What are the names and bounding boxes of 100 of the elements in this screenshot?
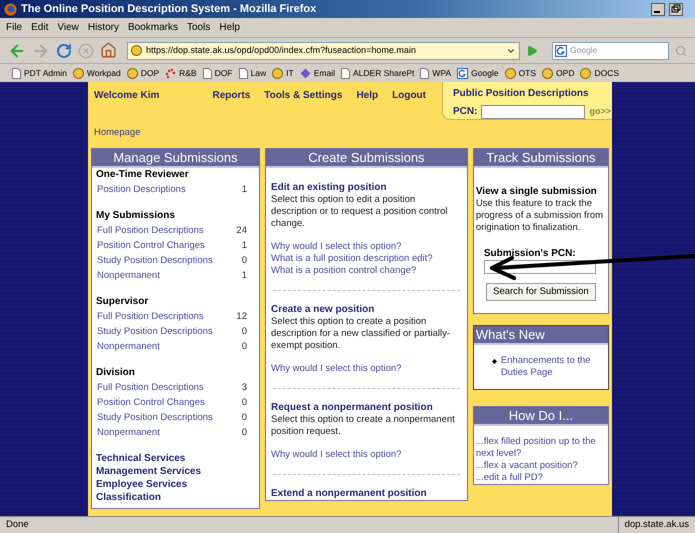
submission-link[interactable]: Position Descriptions <box>97 182 242 198</box>
bookmark-item[interactable]: IT <box>272 66 294 80</box>
help-link[interactable]: Why would I select this option? <box>271 449 402 462</box>
pcn-field[interactable] <box>481 104 586 118</box>
how-to-link[interactable]: ...edit a full PD? <box>476 472 606 484</box>
dots-icon <box>165 68 176 78</box>
news-link[interactable]: Enhancements to the Duties Page <box>500 355 604 380</box>
go-icon[interactable] <box>526 44 538 56</box>
help-link[interactable]: What is a full position description edit? <box>271 253 433 266</box>
bookmark-item[interactable]: Email <box>300 66 335 80</box>
track-heading: View a single submission <box>476 186 598 198</box>
bookmark-item[interactable]: OTS <box>504 66 536 80</box>
option-heading[interactable]: Extend a nonpermanent position <box>271 488 427 500</box>
submission-link[interactable]: Full Position Descriptions <box>97 309 236 324</box>
submission-count: 24 <box>236 224 247 238</box>
menu-item[interactable]: View <box>57 20 79 35</box>
option-description: Select this option to edit a position description or to request a position control change. <box>271 194 448 230</box>
submission-link[interactable]: Position Control Changes <box>97 238 242 254</box>
reload-icon[interactable] <box>56 42 72 58</box>
menu-item[interactable]: Tools <box>187 20 210 35</box>
public-pd-title: Public Position Descriptions <box>453 87 590 101</box>
bookmark-item[interactable]: R&B <box>165 66 197 80</box>
bookmark-item[interactable]: WPA <box>420 66 452 80</box>
restore-icon[interactable] <box>669 2 683 16</box>
status-domain: dop.state.ak.us <box>618 517 695 533</box>
option-description: Select this option to create a position description for a new classified or partially-exempt position. <box>271 316 451 352</box>
bookmark-item[interactable]: Workpad <box>72 66 121 80</box>
group-heading: Supervisor <box>96 295 150 310</box>
submission-count: 1 <box>242 239 247 254</box>
nav-link[interactable]: Reports <box>212 88 250 103</box>
pcn-label: PCN: <box>453 105 478 119</box>
menu-item[interactable]: File <box>6 20 22 35</box>
group-heading: Division <box>96 366 136 380</box>
submission-count: 3 <box>242 381 247 396</box>
submission-count: 0 <box>242 340 247 354</box>
submission-count: 0 <box>242 254 247 268</box>
globe-icon <box>542 68 554 78</box>
menu-item[interactable]: Bookmarks <box>128 20 178 35</box>
bookmark-item[interactable]: PDT Admin <box>12 66 67 80</box>
panel-header: Track Submissions <box>474 149 608 168</box>
search-submission-button[interactable]: Search for Submission <box>486 283 596 302</box>
bookmark-item[interactable]: OPD <box>542 66 574 80</box>
nav-link[interactable]: Help <box>356 88 378 103</box>
help-link[interactable]: Why would I select this option? <box>271 241 402 254</box>
nav-link[interactable]: Logout <box>392 88 426 103</box>
panel-header: Manage Submissions <box>92 149 259 168</box>
bookmark-item[interactable]: DOCS <box>580 66 620 80</box>
submission-count: 0 <box>242 426 247 440</box>
breadcrumb-link[interactable]: Homepage <box>88 126 146 140</box>
service-link[interactable]: Management Services <box>96 465 202 478</box>
bookmark-item[interactable]: DOF <box>202 66 233 80</box>
panel-header: How Do I... <box>474 407 608 426</box>
option-heading[interactable]: Edit an existing position <box>271 182 387 194</box>
submission-link[interactable]: Study Position Descriptions <box>97 324 242 340</box>
submission-link[interactable]: Full Position Descriptions <box>97 380 242 396</box>
page-icon <box>340 68 350 78</box>
window-title: The Online Position Description System - Mozilla Firefox <box>21 2 318 17</box>
panel-header: What's New <box>474 326 608 346</box>
option-heading[interactable]: Create a new position <box>271 304 374 316</box>
submission-link[interactable]: Position Control Changes <box>97 395 242 410</box>
submission-link[interactable]: Study Position Descriptions <box>97 253 242 268</box>
submission-link[interactable]: Full Position Descriptions <box>97 223 236 238</box>
how-to-link[interactable]: ...flex a vacant position? <box>476 460 606 472</box>
submission-link[interactable]: Study Position Descriptions <box>97 410 242 426</box>
menu-item[interactable]: Help <box>219 20 240 35</box>
submission-count: 12 <box>236 310 247 324</box>
option-description: Select this option to create a nonpermanent position request. <box>271 414 456 438</box>
bookmark-item[interactable]: Google <box>457 66 499 80</box>
nav-link[interactable]: Tools & Settings <box>264 88 342 103</box>
bookmark-item[interactable]: Law <box>238 66 266 80</box>
service-link[interactable]: Employee Services <box>96 478 188 492</box>
back-icon[interactable] <box>8 42 26 60</box>
search-engine-icon <box>555 44 567 56</box>
submission-link[interactable]: Nonpermanent <box>97 425 242 440</box>
globe-icon <box>126 68 138 78</box>
home-icon[interactable] <box>100 42 117 59</box>
bookmark-item[interactable]: ALDER SharePt <box>340 66 414 80</box>
how-to-link[interactable]: ...flex filled position up to the next level? <box>476 436 606 460</box>
track-description: Use this feature to track the progress of a submission from origination to finalization. <box>476 198 604 234</box>
page-icon <box>238 68 248 78</box>
globe-icon <box>580 68 592 78</box>
submission-link[interactable]: Nonpermanent <box>97 268 242 284</box>
service-link[interactable]: Technical Services <box>96 452 186 466</box>
status-text: Done <box>5 518 30 532</box>
help-link[interactable]: Why would I select this option? <box>271 363 402 376</box>
menu-item[interactable]: History <box>88 20 119 35</box>
minimize-icon[interactable] <box>651 2 665 16</box>
globe-icon <box>272 68 284 78</box>
bookmark-item[interactable]: DOP <box>126 66 160 80</box>
service-link[interactable]: Classification <box>96 491 162 504</box>
option-heading[interactable]: Request a nonpermanent position <box>271 402 433 414</box>
address-field[interactable]: https://dop.state.ak.us/opd/opd00/index.cfm?fuseaction=home.main <box>127 42 520 60</box>
panel-header: Create Submissions <box>266 149 467 168</box>
group-heading: One-Time Reviewer <box>96 168 190 182</box>
menu-item[interactable]: Edit <box>31 20 48 35</box>
help-link[interactable]: What is a position control change? <box>271 265 416 278</box>
submission-link[interactable]: Nonpermanent <box>97 339 242 354</box>
globe-icon <box>504 68 516 78</box>
search-engine-icon <box>457 68 468 78</box>
search-icon[interactable] <box>675 44 687 56</box>
